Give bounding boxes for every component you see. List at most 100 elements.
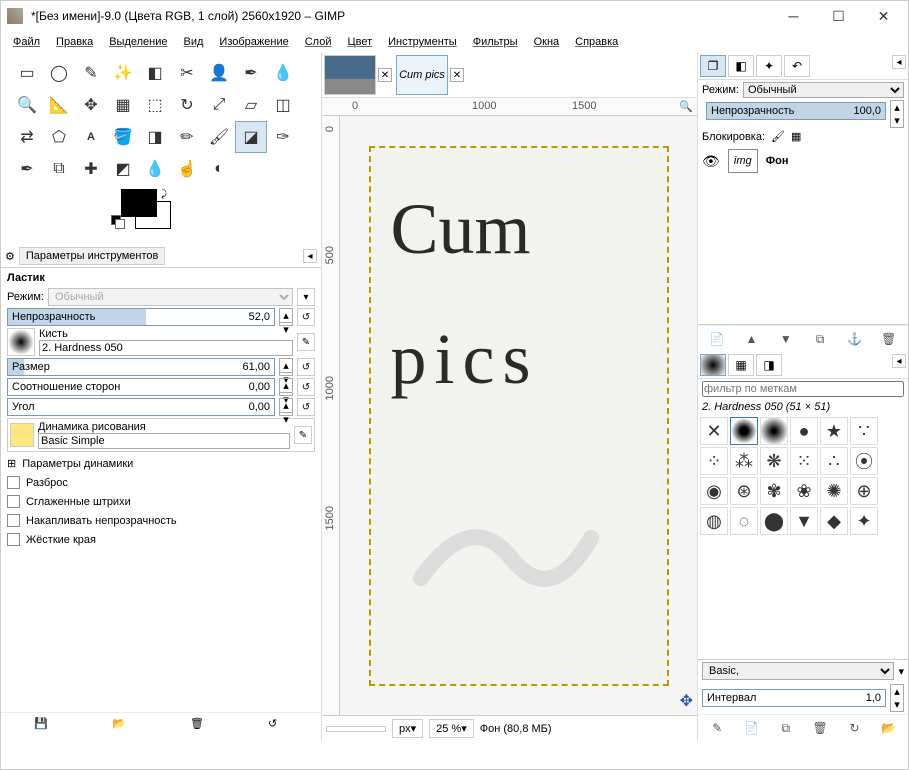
close-button[interactable]: ✕ <box>861 2 906 30</box>
angle-reset-icon[interactable]: ↺ <box>297 398 315 416</box>
brush-new-icon[interactable]: 📄 <box>742 719 760 737</box>
zoom-select[interactable]: 25 %▾ <box>429 719 474 738</box>
brushes-tab[interactable] <box>700 354 726 376</box>
menu-edit[interactable]: Правка <box>50 34 99 50</box>
tool-rotate[interactable]: ↻ <box>171 89 203 121</box>
tool-heal[interactable]: ✚ <box>75 153 107 185</box>
anchor-layer-icon[interactable]: ⚓ <box>845 330 863 348</box>
minimize-button[interactable]: ─ <box>771 2 816 30</box>
undo-tab[interactable]: ↶ <box>784 55 810 77</box>
brush-item[interactable]: ⁘ <box>700 447 728 475</box>
tool-foreground-select[interactable]: 👤 <box>203 57 235 89</box>
aspect-slider[interactable]: Соотношение сторон 0,00 <box>7 378 275 396</box>
tool-rect-select[interactable]: ▭ <box>11 57 43 89</box>
tool-ellipse-select[interactable]: ◯ <box>43 57 75 89</box>
brush-item[interactable]: ● <box>790 417 818 445</box>
lower-layer-icon[interactable]: ▼ <box>777 330 795 348</box>
expand-icon[interactable]: ⊞ <box>7 457 16 470</box>
swap-colors-icon[interactable]: ⤸ <box>161 189 167 200</box>
tool-by-color-select[interactable]: ◧ <box>139 57 171 89</box>
tool-blur[interactable]: 💧 <box>139 153 171 185</box>
menu-file[interactable]: Файл <box>7 34 46 50</box>
brush-duplicate-icon[interactable]: ⧉ <box>777 719 795 737</box>
default-colors-icon[interactable] <box>111 215 123 227</box>
save-options-icon[interactable]: 💾 <box>34 717 54 737</box>
smooth-checkbox[interactable] <box>7 495 20 508</box>
delete-options-icon[interactable]: 🗑 <box>190 717 210 737</box>
tool-scissors[interactable]: ✂ <box>171 57 203 89</box>
brush-item[interactable]: ⁂ <box>730 447 758 475</box>
mode-menu-icon[interactable]: ▾ <box>297 288 315 306</box>
layer-name[interactable]: Фон <box>766 155 789 167</box>
foreground-color[interactable] <box>121 189 157 217</box>
brush-item[interactable]: ✺ <box>820 477 848 505</box>
brush-item[interactable]: ❀ <box>790 477 818 505</box>
aspect-reset-icon[interactable]: ↺ <box>297 378 315 396</box>
dynamics-edit-icon[interactable]: ✎ <box>294 426 312 444</box>
tool-paintbrush[interactable]: 🖌 <box>203 121 235 153</box>
brush-item[interactable]: ✕ <box>700 417 728 445</box>
brush-refresh-icon[interactable]: ↻ <box>845 719 863 737</box>
tool-airbrush[interactable]: ✑ <box>267 121 299 153</box>
tool-ink[interactable]: ✒ <box>11 153 43 185</box>
menu-view[interactable]: Вид <box>178 34 210 50</box>
brush-item[interactable]: ❋ <box>760 447 788 475</box>
canvas[interactable]: Cum pics <box>369 146 669 686</box>
restore-options-icon[interactable]: 📂 <box>112 717 132 737</box>
brush-item[interactable] <box>730 417 758 445</box>
panel-menu-button[interactable]: ◂ <box>303 249 317 263</box>
dynamics-input[interactable] <box>38 433 290 449</box>
tool-pencil[interactable]: ✏ <box>171 121 203 153</box>
brushes-panel-menu[interactable]: ◂ <box>892 354 906 368</box>
brush-edit-icon[interactable]: ✎ <box>708 719 726 737</box>
menu-select[interactable]: Выделение <box>103 34 173 50</box>
brush-preset-select[interactable]: Basic, <box>702 662 894 680</box>
brush-item[interactable]: ◆ <box>820 507 848 535</box>
accumulate-checkbox[interactable] <box>7 514 20 527</box>
brush-item[interactable]: ∴ <box>820 447 848 475</box>
new-layer-icon[interactable]: 📄 <box>708 330 726 348</box>
image-tab-2[interactable]: Cum pics <box>396 55 448 95</box>
tool-shear[interactable]: ▱ <box>235 89 267 121</box>
patterns-tab[interactable]: ▦ <box>728 354 754 376</box>
brush-preview-icon[interactable] <box>7 328 35 356</box>
brush-item[interactable]: ∵ <box>850 417 878 445</box>
menu-tools[interactable]: Инструменты <box>382 34 463 50</box>
tool-blend[interactable]: ◨ <box>139 121 171 153</box>
channels-tab[interactable]: ◧ <box>728 55 754 77</box>
lock-paint-icon[interactable]: 🖌 <box>771 130 785 143</box>
brush-item[interactable]: ⦿ <box>850 447 878 475</box>
gradients-tab[interactable]: ◨ <box>756 354 782 376</box>
layer-thumbnail[interactable]: img <box>728 149 758 173</box>
layers-panel-menu[interactable]: ◂ <box>892 55 906 69</box>
menu-image[interactable]: Изображение <box>213 34 294 50</box>
brush-item[interactable]: ◉ <box>700 477 728 505</box>
tool-align[interactable]: ▦ <box>107 89 139 121</box>
tool-free-select[interactable]: ✎ <box>75 57 107 89</box>
layer-visibility-icon[interactable]: 👁 <box>702 153 720 170</box>
angle-spin[interactable]: ▴▾ <box>279 398 293 416</box>
tool-scale[interactable]: ⤢ <box>203 89 235 121</box>
image-tab-1[interactable] <box>324 55 376 95</box>
brush-item[interactable]: ⊛ <box>730 477 758 505</box>
layer-row[interactable]: 👁 img Фон <box>700 147 906 175</box>
duplicate-layer-icon[interactable]: ⧉ <box>811 330 829 348</box>
tool-smudge[interactable]: ☝ <box>171 153 203 185</box>
menu-help[interactable]: Справка <box>569 34 624 50</box>
brush-item[interactable]: ✾ <box>760 477 788 505</box>
hardedge-checkbox[interactable] <box>7 533 20 546</box>
menu-color[interactable]: Цвет <box>341 34 378 50</box>
brush-delete-icon[interactable]: 🗑 <box>811 719 829 737</box>
menu-filters[interactable]: Фильтры <box>467 34 524 50</box>
tool-flip[interactable]: ⇄ <box>11 121 43 153</box>
tool-crop[interactable]: ⬚ <box>139 89 171 121</box>
tool-clone[interactable]: ⧉ <box>43 153 75 185</box>
brush-filter-input[interactable] <box>702 381 904 397</box>
zoom-fit-icon[interactable]: 🔍 <box>679 100 693 113</box>
brush-open-icon[interactable]: 📂 <box>880 719 898 737</box>
reset-options-icon[interactable]: ↺ <box>268 717 288 737</box>
brush-item[interactable]: ★ <box>820 417 848 445</box>
size-slider[interactable]: Размер 61,00 <box>7 358 275 376</box>
tool-bucket-fill[interactable]: 🪣 <box>107 121 139 153</box>
tool-cage[interactable]: ⬠ <box>43 121 75 153</box>
